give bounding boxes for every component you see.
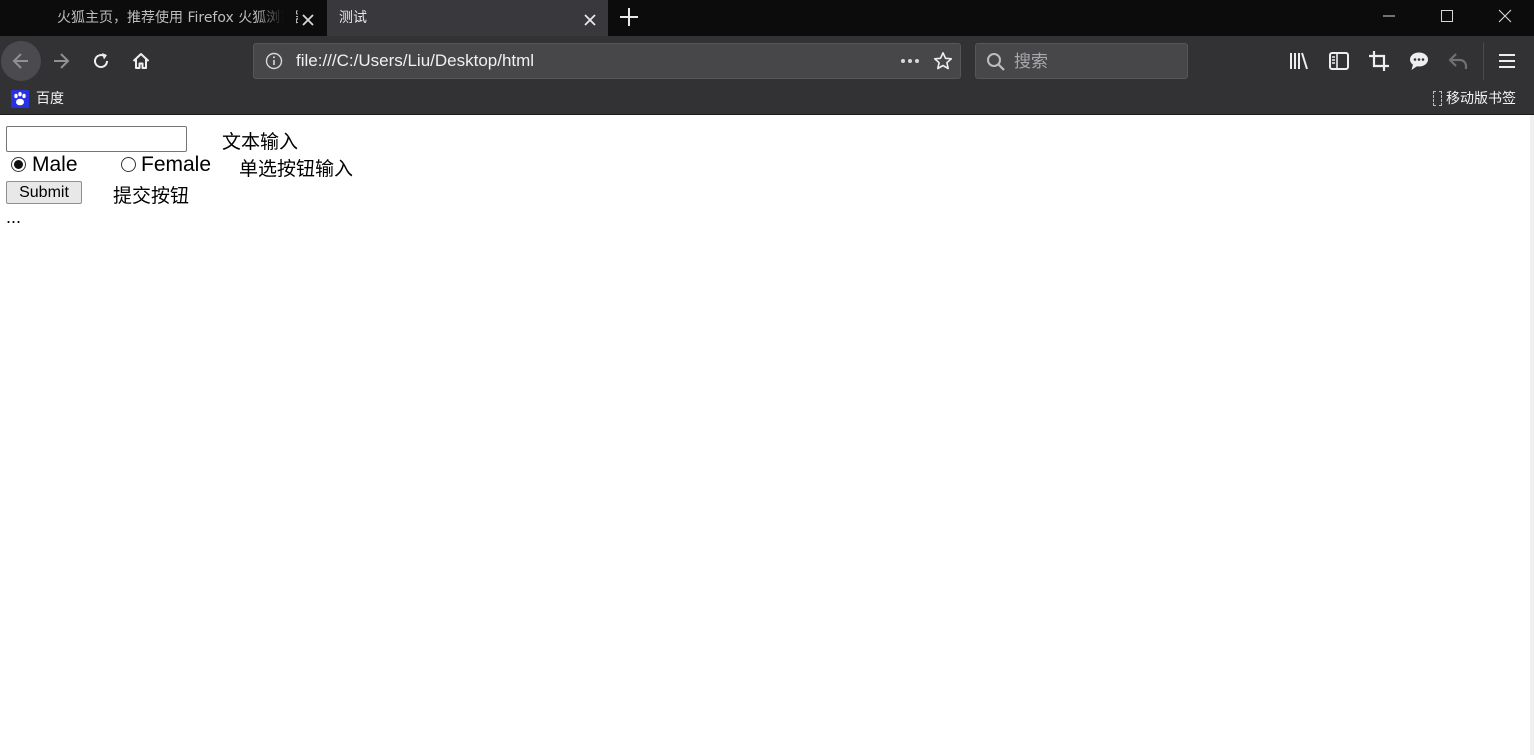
menu-button[interactable] xyxy=(1495,49,1519,73)
reload-button[interactable] xyxy=(81,41,121,81)
toolbar-separator xyxy=(1483,42,1484,80)
tab-close-icon[interactable] xyxy=(298,8,318,28)
arrow-right-icon xyxy=(54,53,70,69)
scrollbar-gutter xyxy=(1530,115,1534,755)
radio-female[interactable] xyxy=(121,157,136,172)
baidu-paw-icon xyxy=(11,90,29,108)
chat-bubble-icon xyxy=(1410,52,1428,70)
tab-test[interactable]: 测试 xyxy=(327,0,608,36)
screenshot-button[interactable] xyxy=(1367,49,1391,73)
crop-icon xyxy=(1369,51,1389,71)
undo-button[interactable] xyxy=(1447,49,1471,73)
url-text[interactable]: file:///C:/Users/Liu/Desktop/html xyxy=(296,44,534,78)
radio-male-label[interactable]: Male xyxy=(32,153,78,177)
maximize-button[interactable] xyxy=(1418,0,1476,32)
home-icon xyxy=(132,53,150,69)
radio-female-label[interactable]: Female xyxy=(141,153,211,177)
search-icon xyxy=(987,53,1005,71)
bookmark-mobile[interactable]: 移动版书签 xyxy=(1433,86,1516,114)
back-button[interactable] xyxy=(1,41,41,81)
tab-strip: 火狐主页，推荐使用 Firefox 火狐浏览器 测试 xyxy=(0,0,1534,36)
tab-title: 测试 xyxy=(339,10,367,26)
trailing-ellipsis: ... xyxy=(6,207,22,227)
home-button[interactable] xyxy=(121,41,161,81)
tab-title-fade xyxy=(256,0,296,36)
arrow-left-icon xyxy=(12,53,28,69)
mobile-bookmarks-icon xyxy=(1433,91,1442,106)
page-content: 文本输入 Male Female 单选按钮输入 Submit 提交按钮 ... xyxy=(0,115,1530,755)
navigation-toolbar: file:///C:/Users/Liu/Desktop/html xyxy=(0,36,1534,86)
undo-icon xyxy=(1448,53,1468,69)
search-bar[interactable] xyxy=(975,43,1188,79)
bookmark-star-icon[interactable] xyxy=(933,51,953,71)
minimize-button[interactable] xyxy=(1360,0,1418,32)
submit-note: 提交按钮 xyxy=(113,185,190,207)
library-button[interactable] xyxy=(1287,49,1311,73)
info-icon[interactable] xyxy=(265,52,283,70)
text-input-note: 文本输入 xyxy=(222,131,299,153)
url-bar[interactable]: file:///C:/Users/Liu/Desktop/html xyxy=(253,43,961,79)
new-tab-button[interactable] xyxy=(616,4,642,30)
bookmarks-toolbar: 百度 移动版书签 xyxy=(0,86,1534,115)
bookmark-label: 百度 xyxy=(36,91,64,107)
minimize-icon xyxy=(1383,15,1395,17)
reload-icon xyxy=(94,53,109,69)
sidebar-icon xyxy=(1329,52,1349,70)
page-actions-icon[interactable] xyxy=(898,52,922,70)
radio-note: 单选按钮输入 xyxy=(239,158,354,180)
forward-button[interactable] xyxy=(41,41,81,81)
submit-button[interactable]: Submit xyxy=(6,181,82,204)
tab-firefox-home[interactable]: 火狐主页，推荐使用 Firefox 火狐浏览器 xyxy=(45,0,326,36)
maximize-icon xyxy=(1441,10,1453,22)
plus-icon xyxy=(620,8,638,26)
tab-close-icon[interactable] xyxy=(580,8,600,28)
browser-chrome: 火狐主页，推荐使用 Firefox 火狐浏览器 测试 file:///C:/Us… xyxy=(0,0,1534,115)
hamburger-menu-icon xyxy=(1499,54,1515,68)
radio-male[interactable] xyxy=(11,157,26,172)
search-input[interactable] xyxy=(1012,48,1176,76)
library-icon xyxy=(1290,52,1308,70)
text-input-field[interactable] xyxy=(6,126,187,152)
bookmark-label: 移动版书签 xyxy=(1446,91,1516,107)
close-icon xyxy=(1498,9,1512,23)
close-window-button[interactable] xyxy=(1476,0,1534,32)
feedback-button[interactable] xyxy=(1407,49,1431,73)
sidebar-button[interactable] xyxy=(1327,49,1351,73)
